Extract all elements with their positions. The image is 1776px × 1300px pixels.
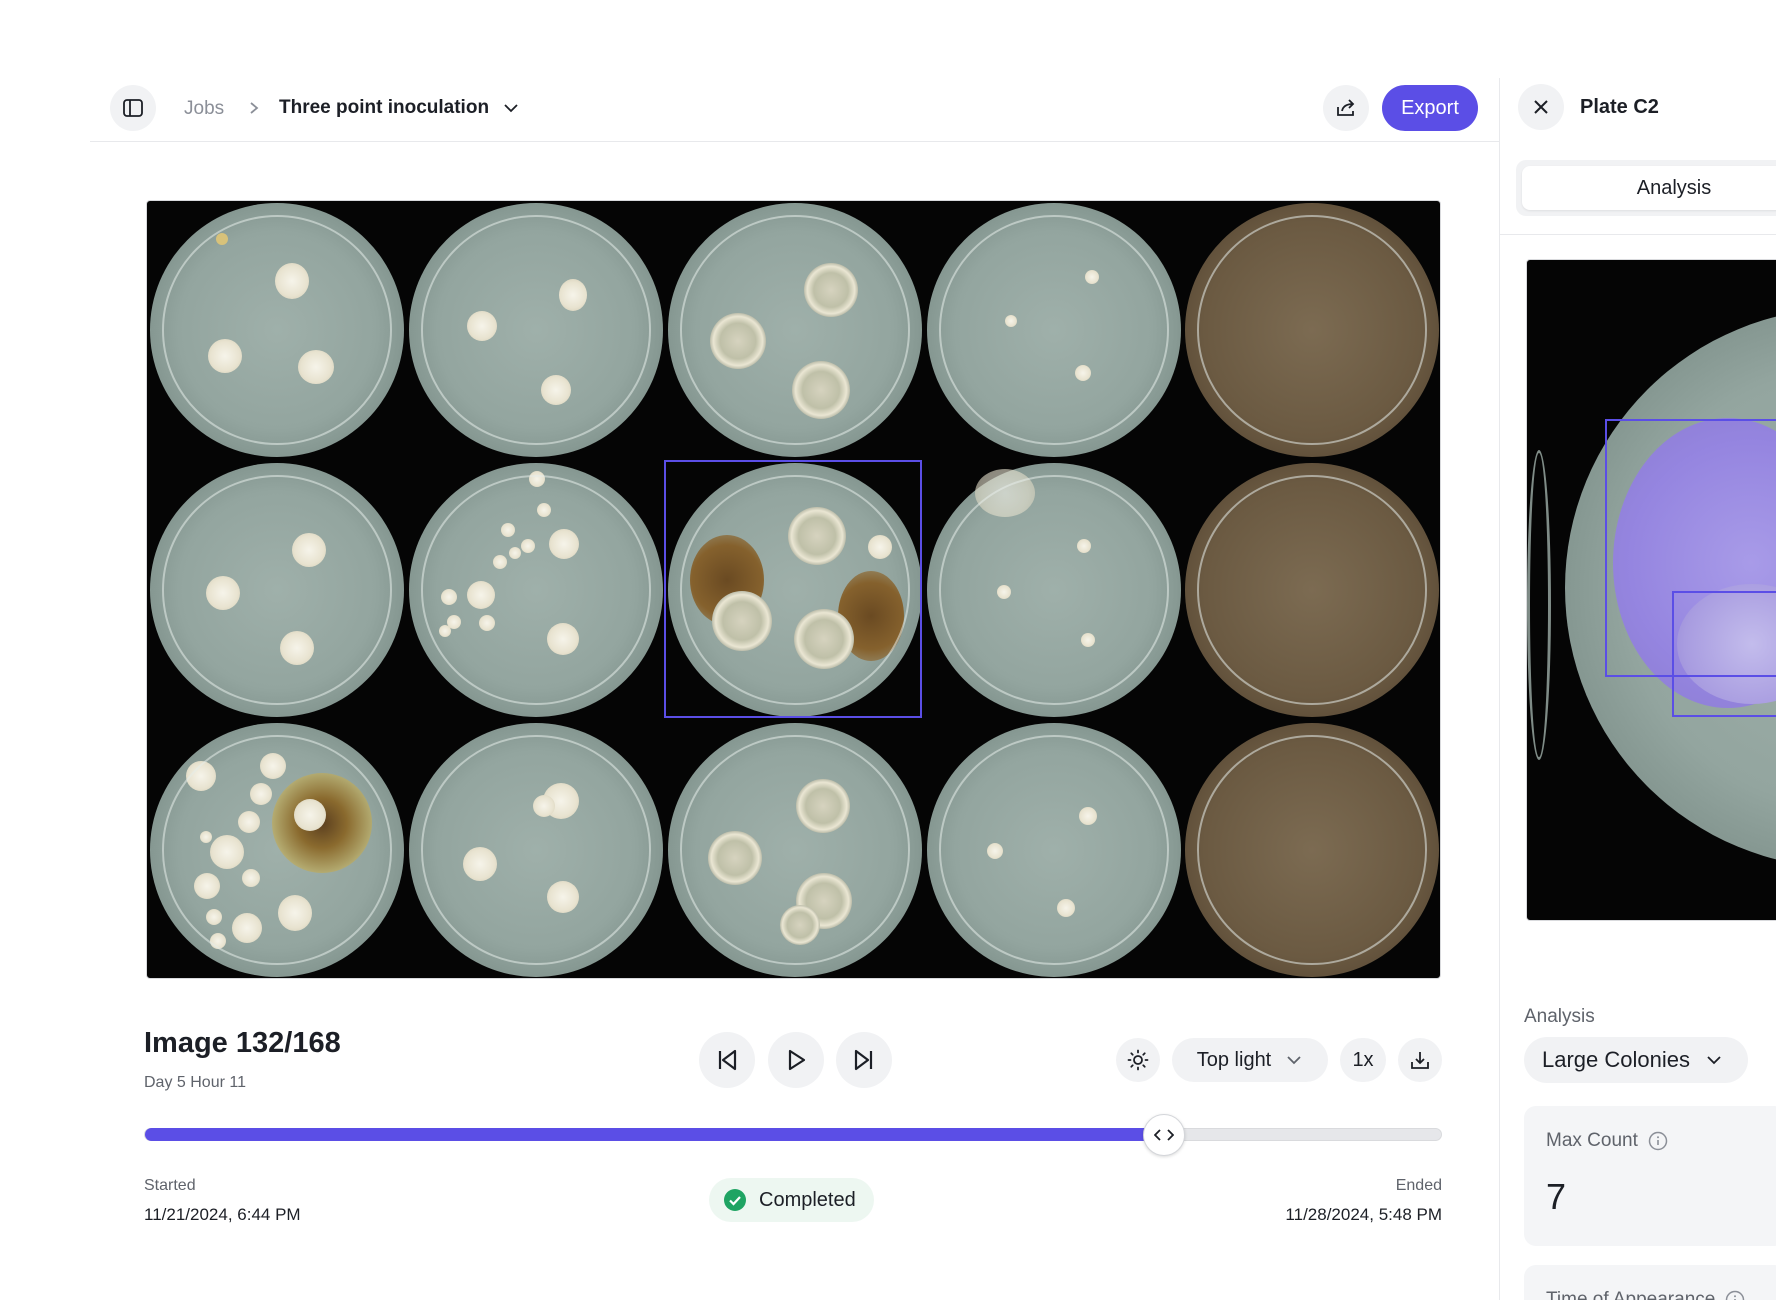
close-panel-button[interactable] xyxy=(1518,84,1564,130)
close-icon xyxy=(1534,100,1548,114)
panel-divider xyxy=(1499,78,1500,1300)
started-label: Started xyxy=(144,1177,196,1194)
time-label-row: Time of Appearance xyxy=(1546,1289,1745,1300)
play-button[interactable] xyxy=(768,1032,824,1088)
tab-analysis[interactable]: Analysis xyxy=(1522,166,1776,210)
sidebar-toggle-icon xyxy=(123,99,143,117)
max-count-value: 7 xyxy=(1546,1176,1567,1217)
adjacent-plate-edge xyxy=(1527,450,1551,760)
sidebar-toggle-button[interactable] xyxy=(110,85,156,131)
chevron-down-icon xyxy=(504,104,518,113)
colony-bounding-box xyxy=(1672,591,1776,717)
plate-a1[interactable] xyxy=(150,203,404,457)
chevron-down-icon xyxy=(1707,1056,1721,1065)
plate-c5[interactable] xyxy=(1185,723,1439,977)
panel-tabs: Analysis xyxy=(1516,160,1776,216)
plate-a5[interactable] xyxy=(1185,203,1439,457)
image-timepoint: Day 5 Hour 11 xyxy=(144,1074,246,1091)
plate-c4[interactable] xyxy=(927,723,1181,977)
share-icon xyxy=(1337,99,1355,116)
timeline-slider[interactable] xyxy=(144,1114,1442,1156)
analysis-value: Large Colonies xyxy=(1542,1047,1690,1072)
plate-c2[interactable] xyxy=(409,723,663,977)
image-counter: Image 132/168 xyxy=(144,1027,341,1059)
started-value: 11/21/2024, 6:44 PM xyxy=(144,1205,301,1224)
time-of-appearance-label: Time of Appearance xyxy=(1546,1289,1716,1300)
plate-b2[interactable] xyxy=(409,463,663,717)
plate-b4[interactable] xyxy=(927,463,1181,717)
job-name: Three point inoculation xyxy=(279,97,490,118)
ended-label: Ended xyxy=(1395,1177,1442,1194)
check-circle-icon xyxy=(724,1189,746,1211)
status-badge: Completed xyxy=(709,1178,874,1222)
max-count-card: Max Count 7 xyxy=(1524,1106,1776,1246)
skip-forward-icon xyxy=(854,1049,873,1071)
time-of-appearance-card: Time of Appearance xyxy=(1524,1265,1776,1300)
light-mode-value: Top light xyxy=(1196,1048,1272,1071)
plate-b1[interactable] xyxy=(150,463,404,717)
plate-grid-image[interactable] xyxy=(146,200,1441,979)
plate-title: Plate C2 xyxy=(1580,96,1659,118)
top-bar: Jobs Three point inoculation Export xyxy=(90,78,1500,142)
job-selector[interactable]: Three point inoculation xyxy=(279,97,521,119)
plate-b5[interactable] xyxy=(1185,463,1439,717)
max-count-label-row: Max Count xyxy=(1546,1130,1668,1152)
light-mode-select[interactable]: Top light xyxy=(1172,1038,1328,1082)
skip-back-icon xyxy=(718,1049,737,1071)
sun-icon xyxy=(1127,1049,1149,1071)
analysis-select[interactable]: Large Colonies xyxy=(1524,1037,1748,1083)
brightness-button[interactable] xyxy=(1116,1038,1160,1082)
previous-image-button[interactable] xyxy=(699,1032,755,1088)
analysis-label: Analysis xyxy=(1524,1006,1595,1027)
drag-arrows-icon xyxy=(1154,1129,1174,1141)
plate-a3[interactable] xyxy=(668,203,922,457)
status-text: Completed xyxy=(759,1188,856,1211)
share-button[interactable] xyxy=(1323,85,1369,131)
max-count-label: Max Count xyxy=(1546,1130,1638,1151)
info-icon[interactable] xyxy=(1648,1131,1668,1151)
export-button[interactable]: Export xyxy=(1382,85,1478,131)
ended-value: 11/28/2024, 5:48 PM xyxy=(1285,1205,1442,1224)
plate-zoom-view[interactable] xyxy=(1526,259,1776,921)
plate-a2[interactable] xyxy=(409,203,663,457)
chevron-right-icon xyxy=(250,102,259,114)
plate-a4[interactable] xyxy=(927,203,1181,457)
panel-divider-horizontal xyxy=(1500,234,1776,235)
timeline-progress xyxy=(145,1128,1164,1141)
breadcrumb-jobs[interactable]: Jobs xyxy=(184,98,224,120)
next-image-button[interactable] xyxy=(836,1032,892,1088)
selected-plate-box xyxy=(664,460,922,718)
speed-button[interactable]: 1x xyxy=(1340,1038,1386,1082)
download-icon xyxy=(1411,1052,1429,1069)
info-icon[interactable] xyxy=(1725,1290,1745,1300)
play-icon xyxy=(788,1049,806,1071)
plate-c3[interactable] xyxy=(668,723,922,977)
download-button[interactable] xyxy=(1398,1038,1442,1082)
chevron-down-icon xyxy=(1287,1056,1301,1065)
timeline-handle[interactable] xyxy=(1143,1114,1185,1156)
plate-c1[interactable] xyxy=(150,723,404,977)
